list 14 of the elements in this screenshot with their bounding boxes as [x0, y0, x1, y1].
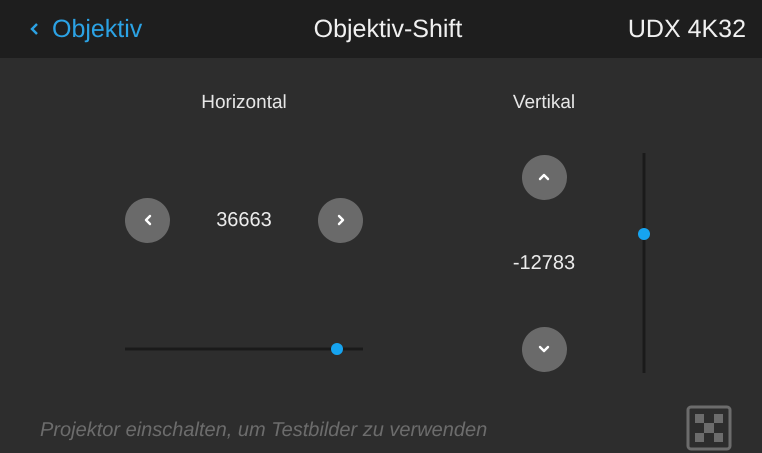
horizontal-label: Horizontal — [201, 91, 287, 115]
slider-thumb[interactable] — [638, 228, 650, 240]
screen-title: Objektiv-Shift — [314, 14, 462, 44]
vertical-value: -12783 — [512, 252, 576, 274]
back-label: Objektiv — [52, 14, 142, 44]
right-button[interactable] — [318, 198, 363, 242]
horizontal-value: 36663 — [216, 208, 272, 232]
slider-thumb[interactable] — [330, 343, 343, 355]
back-link[interactable]: Objektiv — [30, 14, 142, 44]
left-button[interactable] — [125, 198, 170, 242]
vertical-label: Vertikal — [512, 91, 576, 115]
hint-text: Projektor einschalten, um Testbilder zu verwenden — [40, 419, 488, 442]
model-name: UDX 4K32 — [628, 14, 746, 44]
chevron-left-icon — [30, 22, 40, 36]
